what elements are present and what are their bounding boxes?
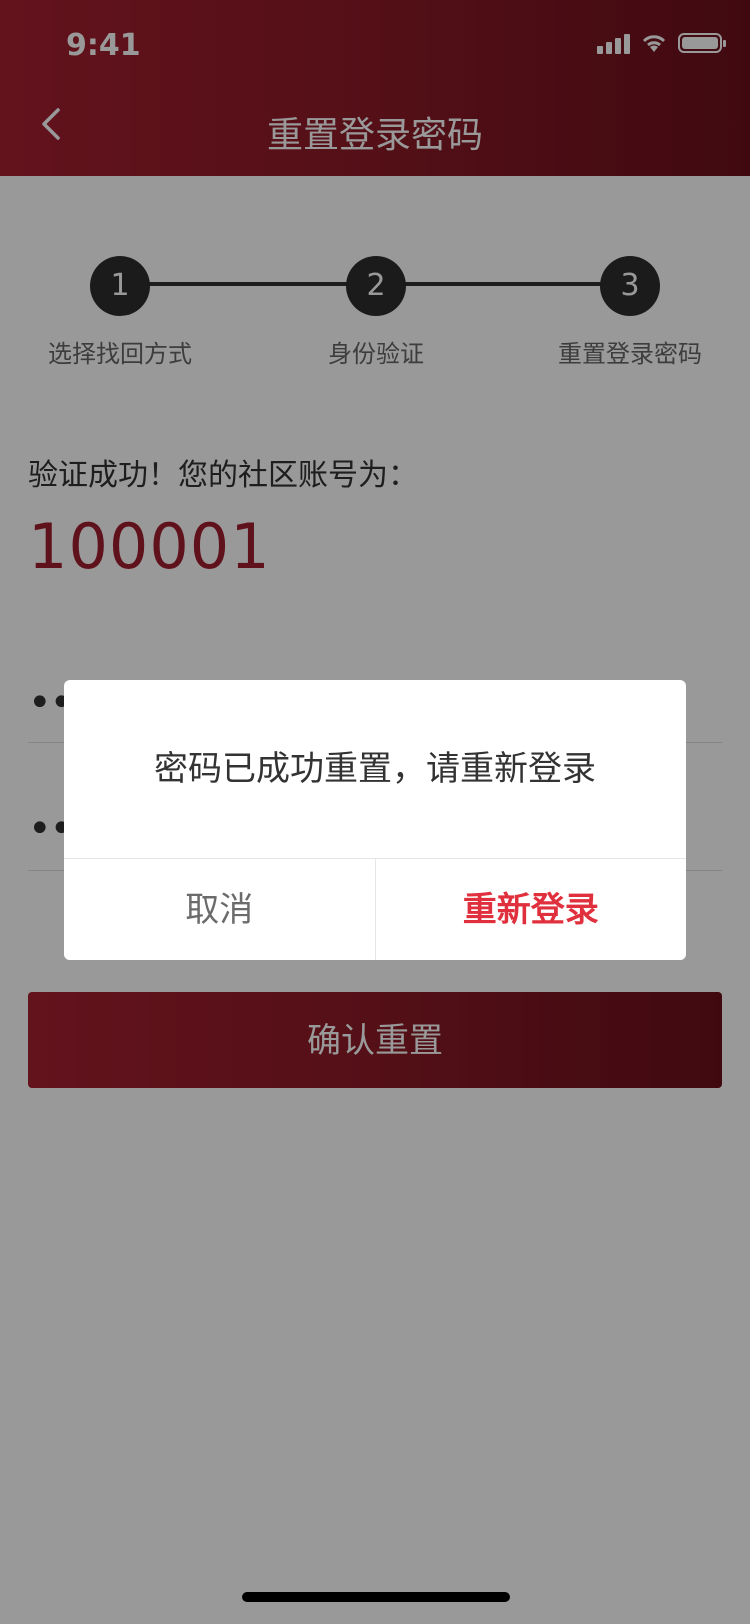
cancel-button[interactable]: 取消: [64, 859, 376, 960]
dialog-actions: 取消 重新登录: [64, 858, 686, 960]
dialog-message: 密码已成功重置，请重新登录: [154, 749, 596, 789]
reset-success-dialog: 密码已成功重置，请重新登录 取消 重新登录: [64, 680, 686, 960]
relogin-button[interactable]: 重新登录: [375, 859, 686, 960]
